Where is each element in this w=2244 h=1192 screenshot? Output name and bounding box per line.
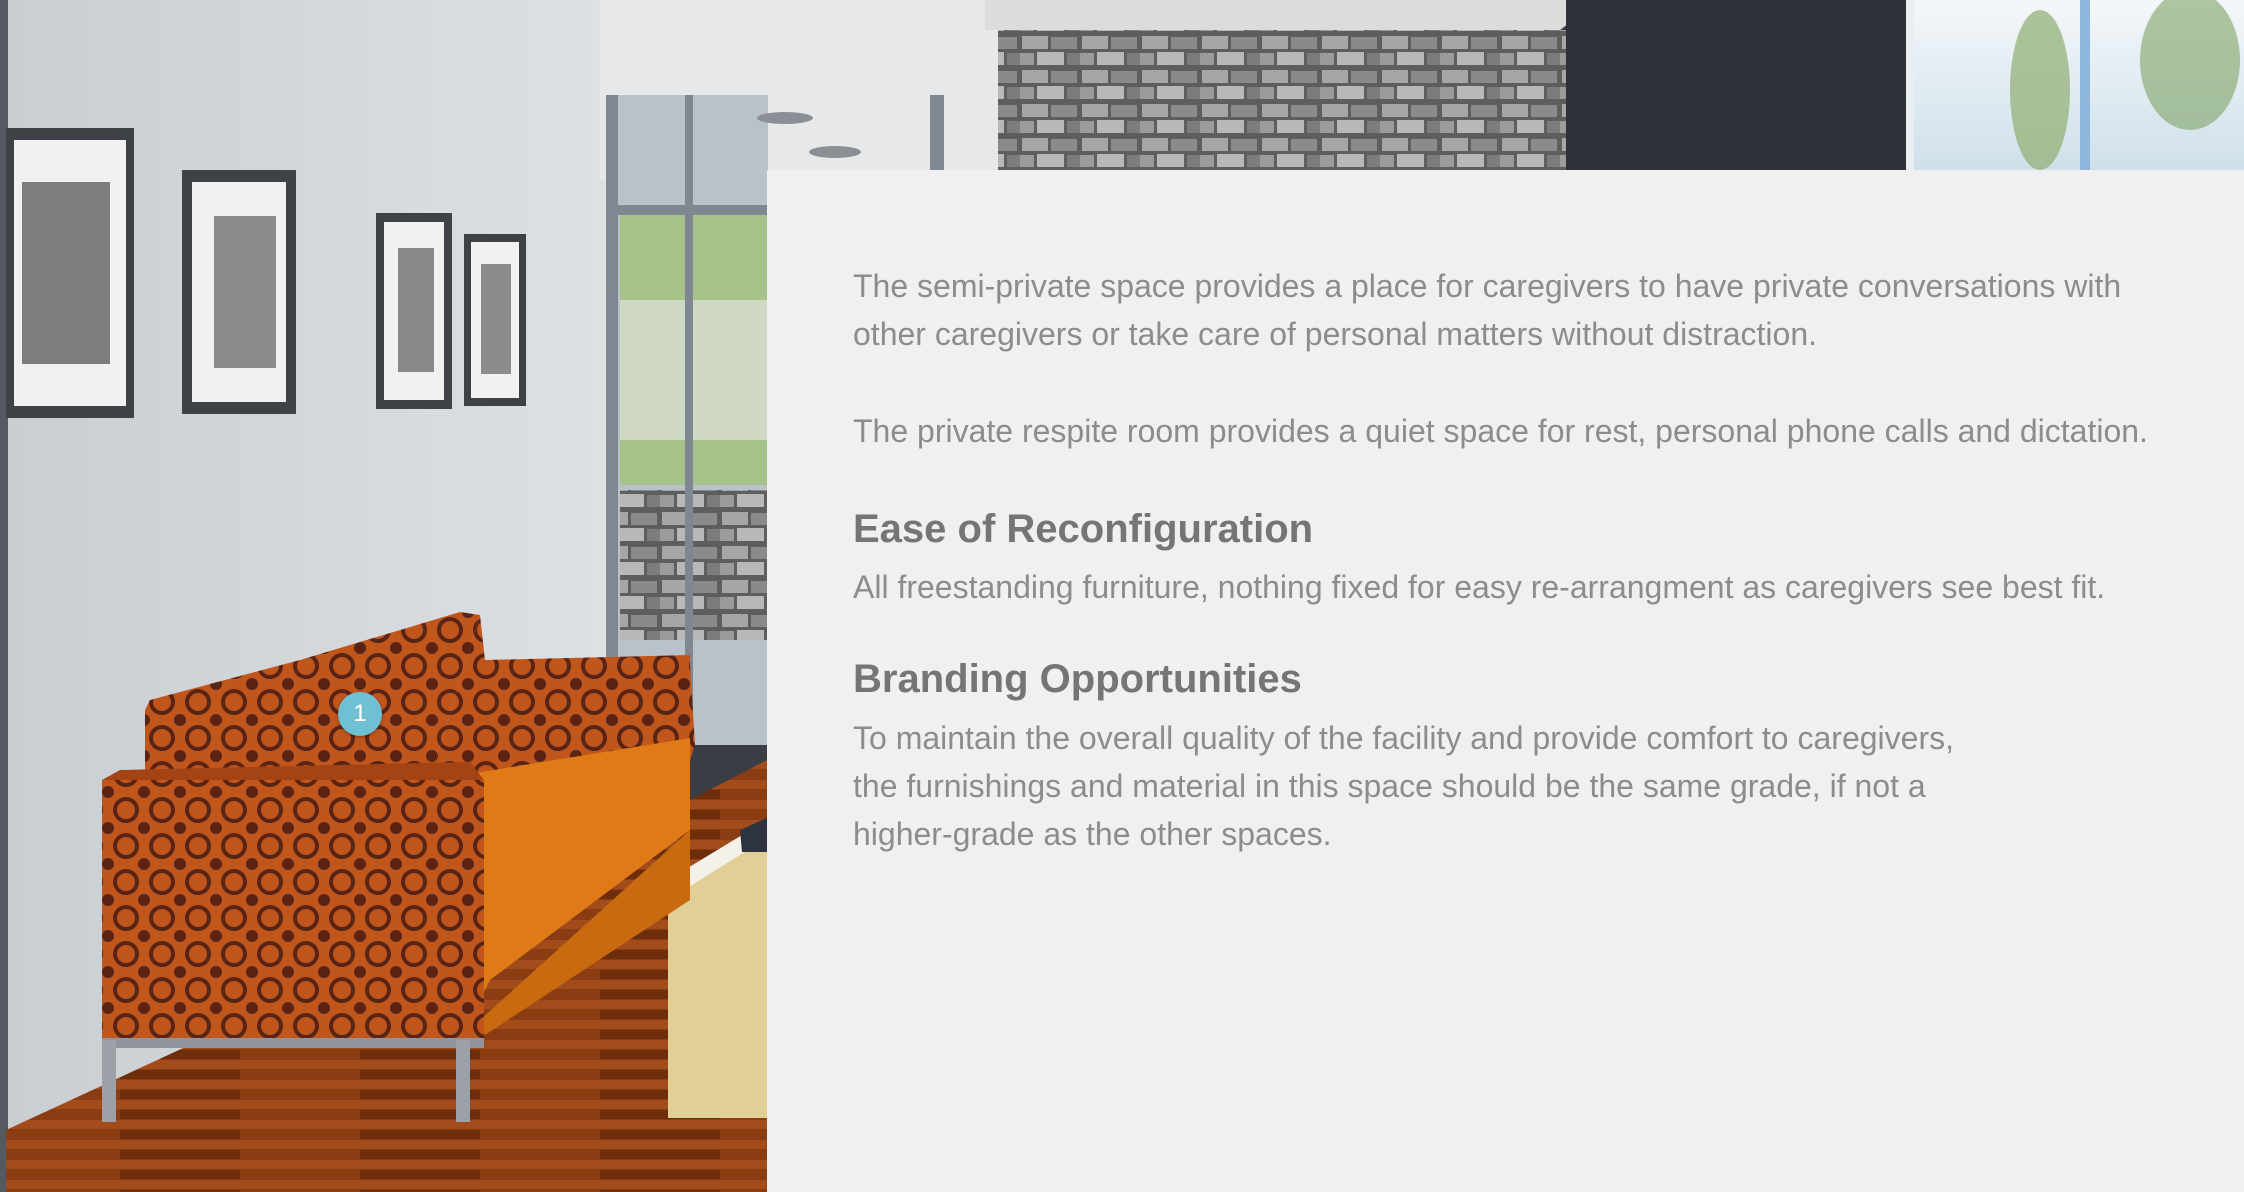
- stone-wall: [998, 30, 1566, 170]
- semi-private-description: The semi-private space provides a place …: [853, 268, 2122, 352]
- private-respite-description: The private respite room provides a quie…: [853, 413, 2148, 449]
- branding-heading: Branding Opportunities: [853, 657, 1302, 701]
- branding-description: To maintain the overall quality of the f…: [853, 720, 1954, 852]
- reconfiguration-description: All freestanding furniture, nothing fixe…: [853, 569, 2106, 605]
- numbered-hotspot-icon[interactable]: 1: [338, 692, 382, 736]
- reconfiguration-heading: Ease of Reconfiguration: [853, 507, 1314, 551]
- info-panel: The semi-private space provides a place …: [767, 170, 2244, 1192]
